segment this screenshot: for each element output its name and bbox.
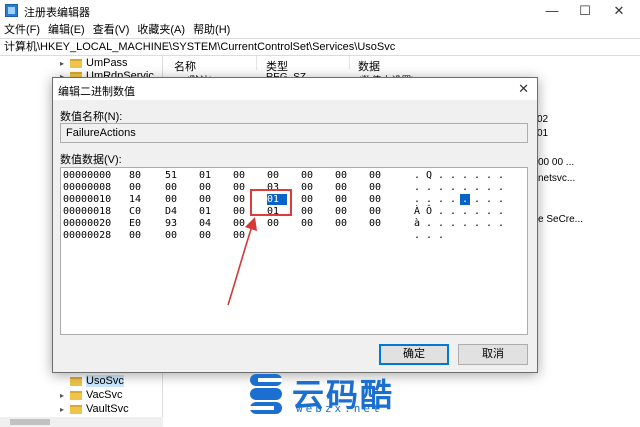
watermark-logo xyxy=(250,374,282,414)
annotation-arrow xyxy=(227,216,258,306)
watermark-url: webzx.net xyxy=(296,402,383,415)
